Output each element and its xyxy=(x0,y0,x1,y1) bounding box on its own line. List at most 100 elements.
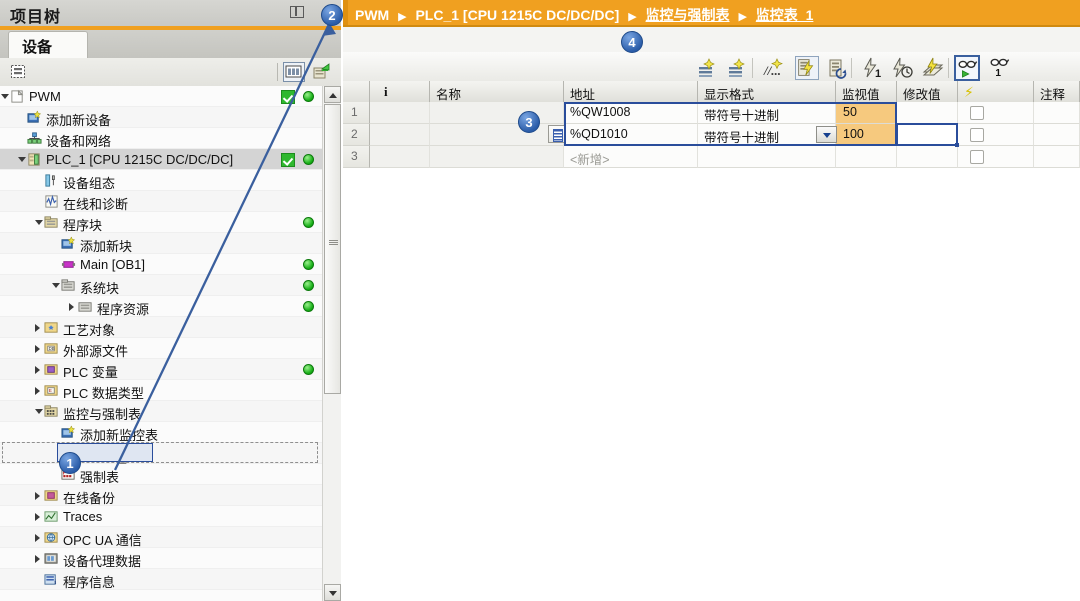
scrollbar-thumb[interactable] xyxy=(324,104,341,394)
row-type-marker-icon[interactable] xyxy=(548,125,565,143)
tree-item-watch-force-tables[interactable]: 监控与强制表 xyxy=(0,401,341,422)
tree-toggle-right-icon[interactable] xyxy=(35,555,40,563)
tab-devices[interactable]: 设备 xyxy=(8,31,88,59)
column-view-icon[interactable] xyxy=(283,62,305,82)
tree-item-online-diagnostics[interactable]: 在线和诊断 xyxy=(0,191,341,212)
column-header-name[interactable]: 名称 xyxy=(430,81,564,102)
tree-item-opc-ua[interactable]: OPC UA 通信 xyxy=(0,527,341,548)
tree-item-plc-datatypes[interactable]: E PLC 数据类型 xyxy=(0,380,341,401)
table-row[interactable]: 1 %QW1008 带符号十进制 50 xyxy=(343,102,1080,124)
column-header-row-number[interactable] xyxy=(343,81,370,102)
cell-modify-value[interactable] xyxy=(897,102,958,124)
display-format-dropdown-button[interactable] xyxy=(816,126,837,143)
tree-toggle-down-icon[interactable] xyxy=(35,220,43,225)
insert-row-after-icon[interactable] xyxy=(726,56,750,80)
tree-toggle-right-icon[interactable] xyxy=(35,324,40,332)
cell-monitor-value[interactable]: 100 xyxy=(836,124,897,146)
scroll-up-button[interactable] xyxy=(324,86,341,103)
monitor-once-icon[interactable] xyxy=(954,55,980,81)
filter-icon[interactable] xyxy=(9,62,29,82)
breadcrumb-device[interactable]: PLC_1 [CPU 1215C DC/DC/DC] xyxy=(415,7,619,23)
tree-item-external-sources[interactable]: DB 外部源文件 xyxy=(0,338,341,359)
column-header-monitor-value[interactable]: 监视值 xyxy=(836,81,897,102)
cell-force-flag[interactable] xyxy=(958,124,1034,146)
insert-row-icon[interactable] xyxy=(696,56,720,80)
tree-item-project-folder[interactable]: PWM xyxy=(0,86,341,107)
monitor-all-icon[interactable] xyxy=(795,56,819,80)
breadcrumb-table[interactable]: 监控表_1 xyxy=(756,7,814,23)
cell-comment[interactable] xyxy=(1034,146,1080,168)
column-header-info[interactable]: i xyxy=(370,81,430,102)
column-header-comment[interactable]: 注释 xyxy=(1034,81,1080,102)
tree-toggle-down-icon[interactable] xyxy=(1,94,9,99)
cell-address[interactable]: %QW1008 xyxy=(564,102,698,124)
insert-comment-row-icon[interactable]: //... xyxy=(762,56,786,80)
tree-item-watch-table[interactable]: 监控表_1 xyxy=(0,442,341,464)
tree-item-add-watch-table[interactable]: 添加新监控表 xyxy=(0,422,341,443)
selection-fill-handle[interactable] xyxy=(955,143,959,147)
tree-item-program-resources[interactable]: 程序资源 xyxy=(0,296,341,317)
tree-item-online-backup[interactable]: 在线备份 xyxy=(0,485,341,506)
cell-force-flag[interactable] xyxy=(958,102,1034,124)
tree-item-program-info[interactable]: i 程序信息 xyxy=(0,569,341,590)
table-row[interactable]: 3 <新增> xyxy=(343,146,1080,168)
cell-address[interactable]: %QD1010 xyxy=(564,124,698,146)
tree-toggle-right-icon[interactable] xyxy=(35,345,40,353)
tree-item-device-proxy[interactable]: 设备代理数据 xyxy=(0,548,341,569)
cell-info[interactable] xyxy=(370,146,430,168)
tree-item-system-blocks[interactable]: 系统块 xyxy=(0,275,341,296)
modify-all-icon[interactable] xyxy=(826,56,850,80)
watch-table-grid[interactable]: i 名称 地址 显示格式 监视值 修改值 ⚡ 注释 1 %QW1008 带符号十进制 50 2 %QD1… xyxy=(343,81,1080,601)
cell-force-flag[interactable] xyxy=(958,146,1034,168)
tree-toggle-down-icon[interactable] xyxy=(18,157,26,162)
project-tree-scrollbar[interactable] xyxy=(322,86,341,601)
cell-modify-value[interactable] xyxy=(897,146,958,168)
force-checkbox[interactable] xyxy=(970,106,984,120)
tree-item-devices-networks[interactable]: 设备和网络 xyxy=(0,128,341,149)
open-editor-icon[interactable] xyxy=(312,62,332,82)
tree-toggle-down-icon[interactable] xyxy=(35,409,43,414)
cell-monitor-value[interactable]: 50 xyxy=(836,102,897,124)
cell-info[interactable] xyxy=(370,102,430,124)
tree-item-program-blocks[interactable]: 程序块 xyxy=(0,212,341,233)
tree-item-technology-objects[interactable]: 工艺对象 xyxy=(0,317,341,338)
cell-name[interactable] xyxy=(430,146,564,168)
tree-item-traces[interactable]: Traces xyxy=(0,506,341,527)
column-header-address[interactable]: 地址 xyxy=(564,81,698,102)
tree-item-force-table[interactable]: F 强制表 xyxy=(0,464,341,485)
enable-peripheral-outputs-icon[interactable] xyxy=(921,56,945,80)
tree-toggle-right-icon[interactable] xyxy=(69,303,74,311)
tree-item-device-config[interactable]: 设备组态 xyxy=(0,170,341,191)
force-checkbox[interactable] xyxy=(970,128,984,142)
cell-name[interactable] xyxy=(430,102,564,124)
modify-with-trigger-icon[interactable] xyxy=(890,56,914,80)
cell-address[interactable]: <新增> xyxy=(564,146,698,168)
tree-item-add-device[interactable]: 添加新设备 xyxy=(0,107,341,128)
cell-comment[interactable] xyxy=(1034,102,1080,124)
modify-value-edit-cell[interactable] xyxy=(896,123,958,146)
tree-item-plc-tags[interactable]: PLC 变量 xyxy=(0,359,341,380)
column-header-display-format[interactable]: 显示格式 xyxy=(698,81,836,102)
cell-display-format[interactable] xyxy=(698,146,836,168)
cell-monitor-value[interactable] xyxy=(836,146,897,168)
panel-collapse-icon[interactable] xyxy=(290,6,304,18)
force-checkbox[interactable] xyxy=(970,150,984,164)
modify-now-icon[interactable]: 1 xyxy=(860,56,884,80)
breadcrumb-project[interactable]: PWM xyxy=(355,7,389,23)
cell-comment[interactable] xyxy=(1034,124,1080,146)
tree-item-add-block[interactable]: 添加新块 xyxy=(0,233,341,254)
tree-toggle-right-icon[interactable] xyxy=(35,366,40,374)
scroll-down-button[interactable] xyxy=(324,584,341,601)
tree-toggle-right-icon[interactable] xyxy=(35,387,40,395)
cell-display-format[interactable]: 带符号十进制 xyxy=(698,102,836,124)
monitor-trigger-icon[interactable]: 1 xyxy=(988,56,1012,80)
tree-item-ob-block[interactable]: Main [OB1] xyxy=(0,254,341,275)
tree-toggle-right-icon[interactable] xyxy=(35,492,40,500)
cell-info[interactable] xyxy=(370,124,430,146)
tree-item-plc[interactable]: PLC_1 [CPU 1215C DC/DC/DC] xyxy=(0,149,341,170)
column-header-force-flag[interactable]: ⚡ xyxy=(958,81,1034,102)
tree-toggle-right-icon[interactable] xyxy=(35,534,40,542)
column-header-modify-value[interactable]: 修改值 xyxy=(897,81,958,102)
tree-toggle-right-icon[interactable] xyxy=(35,513,40,521)
tree-toggle-down-icon[interactable] xyxy=(52,283,60,288)
